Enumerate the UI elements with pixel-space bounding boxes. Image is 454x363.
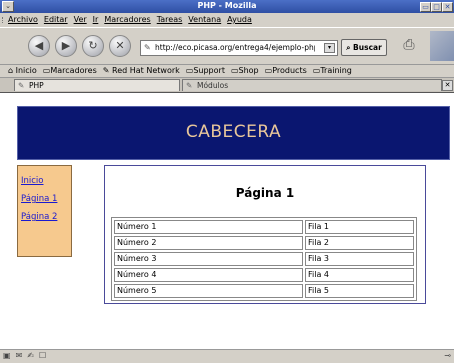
table-cell: Número 3	[114, 252, 303, 266]
page-icon: ✎	[144, 43, 151, 52]
nav-link-pagina-1[interactable]: Página 1	[21, 194, 71, 204]
menu-ir[interactable]: Ir	[93, 15, 99, 24]
reload-button[interactable]: ↻	[82, 35, 104, 57]
stop-icon: ✕	[115, 39, 125, 52]
table-cell: Número 1	[114, 220, 303, 234]
close-tab-button[interactable]: ✕	[442, 80, 453, 91]
link-icon: ✎	[102, 66, 110, 75]
window-title: PHP - Mozilla	[197, 1, 257, 10]
bookmark-marcadores[interactable]: ▭Marcadores	[43, 66, 97, 75]
table-cell: Fila 5	[305, 284, 414, 298]
bookmark-training[interactable]: ▭Training	[313, 66, 352, 75]
throbber-logo	[430, 31, 454, 61]
tab-label: Módulos	[197, 81, 229, 90]
search-icon: ⌕	[346, 43, 351, 52]
main-content: Página 1 Número 1 Fila 1 Número 2 Fila 2…	[104, 165, 426, 304]
bookmark-shop[interactable]: ▭Shop	[231, 66, 259, 75]
tab-label: PHP	[29, 81, 44, 90]
url-text[interactable]: http://eco.picasa.org/entrega4/ejemplo-p…	[155, 41, 315, 55]
nav-link-pagina-2[interactable]: Página 2	[21, 212, 71, 222]
tab-php[interactable]: ✎ PHP	[14, 79, 180, 91]
page-viewport: CABECERA Inicio Página 1 Página 2 Página…	[0, 93, 454, 349]
nav-link-inicio[interactable]: Inicio	[21, 176, 71, 186]
page-icon: ✎	[186, 81, 193, 90]
menu-marcadores[interactable]: Marcadores	[104, 15, 150, 24]
search-button[interactable]: ⌕ Buscar	[341, 39, 387, 56]
table-row: Número 1 Fila 1	[114, 220, 414, 234]
table-cell: Número 4	[114, 268, 303, 282]
navigator-icon[interactable]: ▣	[3, 351, 11, 360]
bookmarks-toolbar: ⌂ Inicio ▭Marcadores ✎ Red Hat Network ▭…	[0, 64, 454, 78]
address-book-icon[interactable]: ☐	[39, 351, 46, 360]
status-bar: ▣ ✉ ✍ ☐ ⊸	[0, 349, 454, 363]
toolbar-grip[interactable]	[2, 17, 7, 23]
tab-bar: ✎ PHP ✎ Módulos ✕	[0, 78, 454, 93]
data-table: Número 1 Fila 1 Número 2 Fila 2 Número 3…	[111, 217, 417, 301]
forward-button[interactable]: ▶	[55, 35, 77, 57]
table-row: Número 4 Fila 4	[114, 268, 414, 282]
bookmark-red-hat-network[interactable]: ✎ Red Hat Network	[103, 66, 180, 75]
menu-ver[interactable]: Ver	[74, 15, 87, 24]
table-row: Número 2 Fila 2	[114, 236, 414, 250]
bookmark-products[interactable]: ▭Products	[265, 66, 307, 75]
stop-button[interactable]: ✕	[109, 35, 131, 57]
menu-ventana[interactable]: Ventana	[188, 15, 221, 24]
menu-editar[interactable]: Editar	[44, 15, 68, 24]
folder-icon: ▭	[230, 66, 239, 75]
bookmark-inicio[interactable]: ⌂ Inicio	[8, 66, 37, 75]
navigation-toolbar: ◀ ▶ ↻ ✕ ✎ http://eco.picasa.org/entrega4…	[0, 27, 454, 65]
forward-arrow-icon: ▶	[61, 39, 71, 52]
side-navigation: Inicio Página 1 Página 2	[17, 165, 72, 257]
url-bar[interactable]: ✎ http://eco.picasa.org/entrega4/ejemplo…	[140, 40, 338, 56]
page-header-title: CABECERA	[185, 122, 282, 142]
back-arrow-icon: ◀	[34, 39, 44, 52]
security-lock-icon[interactable]: ⊸	[444, 351, 451, 360]
page-icon: ✎	[18, 81, 25, 90]
table-cell: Fila 1	[305, 220, 414, 234]
search-button-label: Buscar	[353, 43, 382, 52]
table-row: Número 3 Fila 3	[114, 252, 414, 266]
table-cell: Fila 2	[305, 236, 414, 250]
home-icon: ⌂	[8, 66, 14, 75]
reload-icon: ↻	[88, 39, 98, 52]
menu-ayuda[interactable]: Ayuda	[227, 15, 252, 24]
table-cell: Fila 4	[305, 268, 414, 282]
back-button[interactable]: ◀	[28, 35, 50, 57]
table-cell: Fila 3	[305, 252, 414, 266]
print-icon[interactable]: ⎙	[398, 36, 420, 54]
composer-icon[interactable]: ✍	[27, 351, 34, 360]
menu-tareas[interactable]: Tareas	[157, 15, 183, 24]
mail-icon[interactable]: ✉	[16, 351, 23, 360]
table-cell: Número 2	[114, 236, 303, 250]
menu-archivo[interactable]: Archivo	[8, 15, 38, 24]
tab-modulos[interactable]: ✎ Módulos	[182, 79, 442, 91]
table-row: Número 5 Fila 5	[114, 284, 414, 298]
bookmark-support[interactable]: ▭Support	[186, 66, 225, 75]
url-history-dropdown-icon[interactable]: ▾	[324, 43, 335, 53]
minimize-button[interactable]: ▭	[420, 2, 431, 12]
table-cell: Número 5	[114, 284, 303, 298]
page-title: Página 1	[235, 186, 295, 200]
window-title-bar: ⌄ PHP - Mozilla ▭ □ ✕	[0, 0, 454, 13]
close-icon: ✕	[444, 81, 451, 89]
page-header: CABECERA	[17, 106, 450, 160]
maximize-button[interactable]: □	[431, 2, 442, 12]
close-window-button[interactable]: ✕	[442, 2, 453, 12]
menu-bar: Archivo Editar Ver Ir Marcadores Tareas …	[0, 13, 454, 27]
